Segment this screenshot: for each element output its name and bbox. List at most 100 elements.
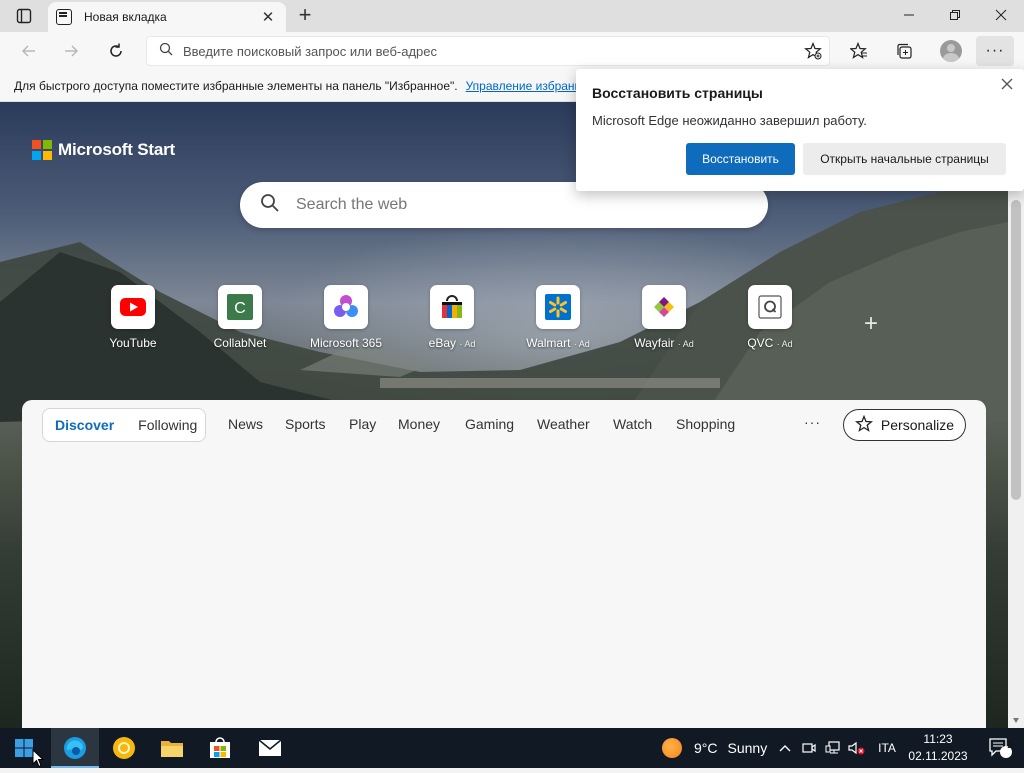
forward-button[interactable] xyxy=(56,36,86,66)
svg-text:C: C xyxy=(234,300,246,317)
restore-pages-dialog: Восстановить страницы Microsoft Edge нео… xyxy=(576,69,1024,191)
tab-actions-menu-icon[interactable] xyxy=(8,6,40,26)
add-quick-link-button[interactable]: + xyxy=(864,310,878,338)
close-icon[interactable] xyxy=(1000,73,1014,96)
profile-avatar[interactable] xyxy=(940,40,962,62)
dialog-message: Microsoft Edge неожиданно завершил работ… xyxy=(592,113,867,128)
new-tab-page: Microsoft Start Search the web YouTube C… xyxy=(0,102,1008,728)
close-tab-icon[interactable]: ✕ xyxy=(258,8,278,26)
edge-taskbar-icon[interactable] xyxy=(51,728,99,768)
quick-link-walmart[interactable]: Walmart · Ad xyxy=(513,285,603,350)
title-bar: Новая вкладка ✕ + xyxy=(0,0,1024,32)
mouse-cursor-icon xyxy=(32,748,45,773)
address-bar-placeholder: Введите поисковый запрос или веб-адрес xyxy=(183,43,438,59)
file-explorer-icon[interactable] xyxy=(148,728,196,768)
brand-name: Microsoft Start xyxy=(58,140,175,159)
browser-tab[interactable]: Новая вкладка ✕ xyxy=(48,2,286,32)
volume-muted-icon[interactable] xyxy=(846,728,868,768)
favorites-icon[interactable] xyxy=(844,36,874,66)
collections-icon[interactable] xyxy=(889,36,919,66)
microsoft-logo-icon xyxy=(32,140,52,160)
category-sports[interactable]: Sports xyxy=(285,416,325,432)
quick-link-youtube[interactable]: YouTube xyxy=(88,285,178,350)
quick-link-ebay[interactable]: eBay · Ad xyxy=(407,285,497,350)
category-watch[interactable]: Watch xyxy=(613,416,652,432)
address-bar[interactable]: Введите поисковый запрос или веб-адрес xyxy=(146,36,830,66)
weather-condition: Sunny xyxy=(727,740,768,756)
youtube-icon xyxy=(111,285,155,329)
meet-now-icon[interactable] xyxy=(800,728,818,768)
quick-link-qvc[interactable]: QVC · Ad xyxy=(725,285,815,350)
quick-link-label: YouTube xyxy=(109,336,157,350)
category-weather[interactable]: Weather xyxy=(537,416,590,432)
windows-logo-icon xyxy=(15,739,33,757)
close-window-button[interactable] xyxy=(978,0,1024,30)
category-money[interactable]: Money xyxy=(398,416,440,432)
notification-count: 2 xyxy=(1007,740,1013,751)
weather-temp: 9°C xyxy=(694,740,718,756)
network-icon[interactable] xyxy=(822,728,844,768)
tab-discover[interactable]: Discover xyxy=(55,417,114,433)
restore-window-button[interactable] xyxy=(932,0,978,30)
ad-badge: · Ad xyxy=(776,339,793,349)
quick-link-label: CollabNet xyxy=(213,336,267,350)
search-placeholder: Search the web xyxy=(296,196,408,213)
wayfair-icon xyxy=(642,285,686,329)
new-tab-page-icon xyxy=(56,9,72,25)
feed-panel: Discover Following News Sports Play Mone… xyxy=(22,400,986,728)
quick-link-microsoft-365[interactable]: Microsoft 365 xyxy=(301,285,391,350)
weather-widget[interactable]: 9°C Sunny xyxy=(662,728,767,768)
category-play[interactable]: Play xyxy=(349,416,376,432)
personalize-label: Personalize xyxy=(880,417,955,433)
favorites-bar-message: Для быстрого доступа поместите избранные… xyxy=(14,78,458,93)
mail-icon[interactable] xyxy=(246,728,294,768)
settings-and-more-button[interactable]: ··· xyxy=(976,36,1014,66)
clock-time: 11:23 xyxy=(923,732,953,746)
sunny-icon xyxy=(662,738,682,758)
personalize-icon xyxy=(854,414,873,436)
quick-link-label: Wayfair xyxy=(634,336,675,350)
search-icon xyxy=(159,42,173,61)
ad-badge: · Ad xyxy=(459,339,476,349)
qvc-icon xyxy=(748,285,792,329)
category-gaming[interactable]: Gaming xyxy=(465,416,514,432)
tab-following[interactable]: Following xyxy=(138,417,197,433)
tab-title: Новая вкладка xyxy=(84,10,167,24)
navigation-bar: Введите поисковый запрос или веб-адрес ·… xyxy=(0,32,1024,70)
taskbar: 9°C Sunny ITA 11:23 02.11.2023 2 xyxy=(0,728,1024,768)
open-start-pages-button[interactable]: Открыть начальные страницы xyxy=(803,143,1006,175)
microsoft-store-icon[interactable] xyxy=(196,728,244,768)
walmart-icon xyxy=(536,285,580,329)
category-shopping[interactable]: Shopping xyxy=(676,416,735,432)
input-language[interactable]: ITA xyxy=(874,728,900,768)
scrollbar-thumb[interactable] xyxy=(1011,200,1021,500)
clock[interactable]: 11:23 02.11.2023 xyxy=(906,731,970,765)
action-center-button[interactable]: 2 xyxy=(980,728,1020,768)
minimize-button[interactable] xyxy=(886,0,932,30)
microsoft-start-logo[interactable]: Microsoft Start xyxy=(32,140,175,160)
category-news[interactable]: News xyxy=(228,416,263,432)
new-tab-button[interactable]: + xyxy=(292,4,318,28)
quick-link-label: eBay xyxy=(428,336,456,350)
back-button[interactable] xyxy=(14,36,44,66)
ad-badge: · Ad xyxy=(573,339,590,349)
personalize-button[interactable]: Personalize xyxy=(843,409,966,441)
ad-badge: · Ad xyxy=(677,339,694,349)
add-favorite-icon[interactable] xyxy=(798,36,828,66)
collabnet-icon: C xyxy=(218,285,262,329)
app-taskbar-icon[interactable] xyxy=(100,728,148,768)
quick-link-wayfair[interactable]: Wayfair · Ad xyxy=(619,285,709,350)
quick-link-label: QVC xyxy=(747,336,774,350)
show-hidden-icons-chevron-up-icon[interactable] xyxy=(776,728,794,768)
refresh-button[interactable] xyxy=(101,36,131,66)
clock-date: 02.11.2023 xyxy=(908,749,968,763)
restore-button[interactable]: Восстановить xyxy=(686,143,795,175)
quick-link-collabnet[interactable]: C CollabNet xyxy=(195,285,285,350)
ebay-bag-icon xyxy=(430,285,474,329)
dialog-title: Восстановить страницы xyxy=(592,85,763,101)
quick-link-label: Walmart xyxy=(526,336,571,350)
search-icon xyxy=(260,193,280,218)
quick-link-label: Microsoft 365 xyxy=(309,336,383,350)
more-categories-button[interactable]: ··· xyxy=(804,414,821,430)
microsoft-365-icon xyxy=(324,285,368,329)
